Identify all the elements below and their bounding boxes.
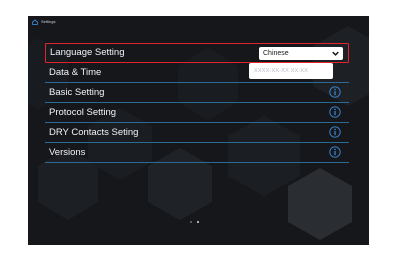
info-icon[interactable] — [329, 126, 341, 138]
app-title: Settings — [41, 19, 56, 24]
menu-item-basic[interactable]: Basic Setting — [45, 83, 349, 103]
menu-item-dry-contacts[interactable]: DRY Contacts Seting — [45, 123, 349, 143]
menu-item-label: Versions — [49, 146, 86, 158]
menu-item-label: DRY Contacts Seting — [49, 126, 139, 138]
settings-screen: Settings Language Setting Chinese Data &… — [28, 16, 369, 245]
home-icon[interactable] — [32, 19, 38, 25]
page-dot-active[interactable] — [197, 221, 199, 223]
settings-menu: Language Setting Chinese Data & Time Bas… — [45, 43, 349, 163]
menu-item-label: Data & Time — [49, 66, 102, 78]
menu-item-versions[interactable]: Versions — [45, 143, 349, 163]
device-frame: Settings Language Setting Chinese Data &… — [0, 0, 397, 263]
menu-item-label: Protocol Setting — [49, 106, 117, 118]
date-time-placeholder: XXXX-XX-XX XX:XX — [254, 68, 308, 74]
menu-item-label: Basic Setting — [49, 86, 105, 98]
chevron-down-icon — [332, 51, 339, 56]
page-dot[interactable] — [190, 221, 192, 223]
info-icon[interactable] — [329, 86, 341, 98]
title-bar: Settings — [32, 18, 55, 26]
info-icon[interactable] — [329, 146, 341, 158]
language-select-value: Chinese — [263, 50, 289, 57]
menu-item-label: Language Setting — [50, 47, 125, 58]
menu-item-protocol[interactable]: Protocol Setting — [45, 103, 349, 123]
language-select[interactable]: Chinese — [259, 47, 343, 60]
menu-item-language[interactable]: Language Setting Chinese — [45, 43, 349, 63]
page-indicator — [190, 221, 199, 223]
info-icon[interactable] — [329, 106, 341, 118]
date-time-input[interactable]: XXXX-XX-XX XX:XX — [249, 63, 333, 79]
